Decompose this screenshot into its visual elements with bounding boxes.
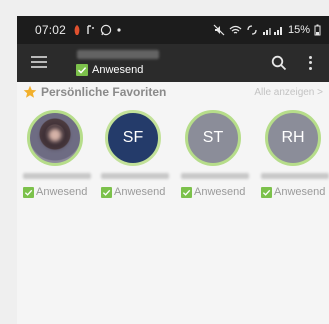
contact-status: Anwesend <box>181 186 245 198</box>
kebab-menu-icon[interactable] <box>305 54 315 72</box>
contact-name-redacted <box>261 173 329 179</box>
contact-status: Anwesend <box>23 186 87 198</box>
own-presence-label: Anwesend <box>92 64 144 76</box>
contact-name-redacted <box>101 173 169 179</box>
notification-app-icon <box>74 25 80 35</box>
contact-status-label: Anwesend <box>114 186 166 198</box>
favorites-title: Persönliche Favoriten <box>41 85 167 99</box>
notification-bracket-icon <box>87 25 94 34</box>
avatar-initials: ST <box>185 110 241 166</box>
battery-icon <box>314 24 321 36</box>
avatar-initials: SF <box>105 110 161 166</box>
status-bar: 07:02 15% <box>17 16 329 44</box>
checkmark-icon <box>101 186 112 198</box>
contact-name-redacted <box>181 173 249 179</box>
contact-name-redacted <box>23 173 91 179</box>
contact-status-label: Anwesend <box>194 186 246 198</box>
avatar-photo <box>27 110 83 166</box>
avatar-initials: RH <box>265 110 321 166</box>
see-all-link[interactable]: Alle anzeigen > <box>254 87 323 98</box>
whatsapp-icon <box>100 24 112 36</box>
signal-icon <box>262 27 282 35</box>
volte-icon <box>247 25 257 35</box>
contact-status: Anwesend <box>101 186 165 198</box>
status-time: 07:02 <box>35 23 67 37</box>
wifi-icon <box>229 25 242 34</box>
checkmark-icon <box>23 186 34 198</box>
favorites-list: Anwesend SF Anwesend ST Anwesend RH Anwe… <box>17 108 329 228</box>
search-icon[interactable] <box>271 55 287 71</box>
contact-status: Anwesend <box>261 186 325 198</box>
battery-percent: 15% <box>287 24 310 36</box>
dot-icon <box>117 28 121 32</box>
user-name-redacted <box>77 50 159 59</box>
checkmark-icon <box>76 64 88 76</box>
contact-status-label: Anwesend <box>36 186 88 198</box>
app-bar: Anwesend <box>17 44 329 82</box>
contact-status-label: Anwesend <box>274 186 326 198</box>
favorites-header: Persönliche Favoriten Alle anzeigen > <box>17 82 329 102</box>
mute-icon <box>213 24 225 36</box>
star-icon <box>23 85 37 98</box>
hamburger-menu-icon[interactable] <box>31 54 47 70</box>
checkmark-icon <box>181 186 192 198</box>
own-presence-status[interactable]: Anwesend <box>76 64 143 76</box>
app-screen: 07:02 15% Anwesend Persönliche Favoriten… <box>17 16 329 324</box>
checkmark-icon <box>261 186 272 198</box>
